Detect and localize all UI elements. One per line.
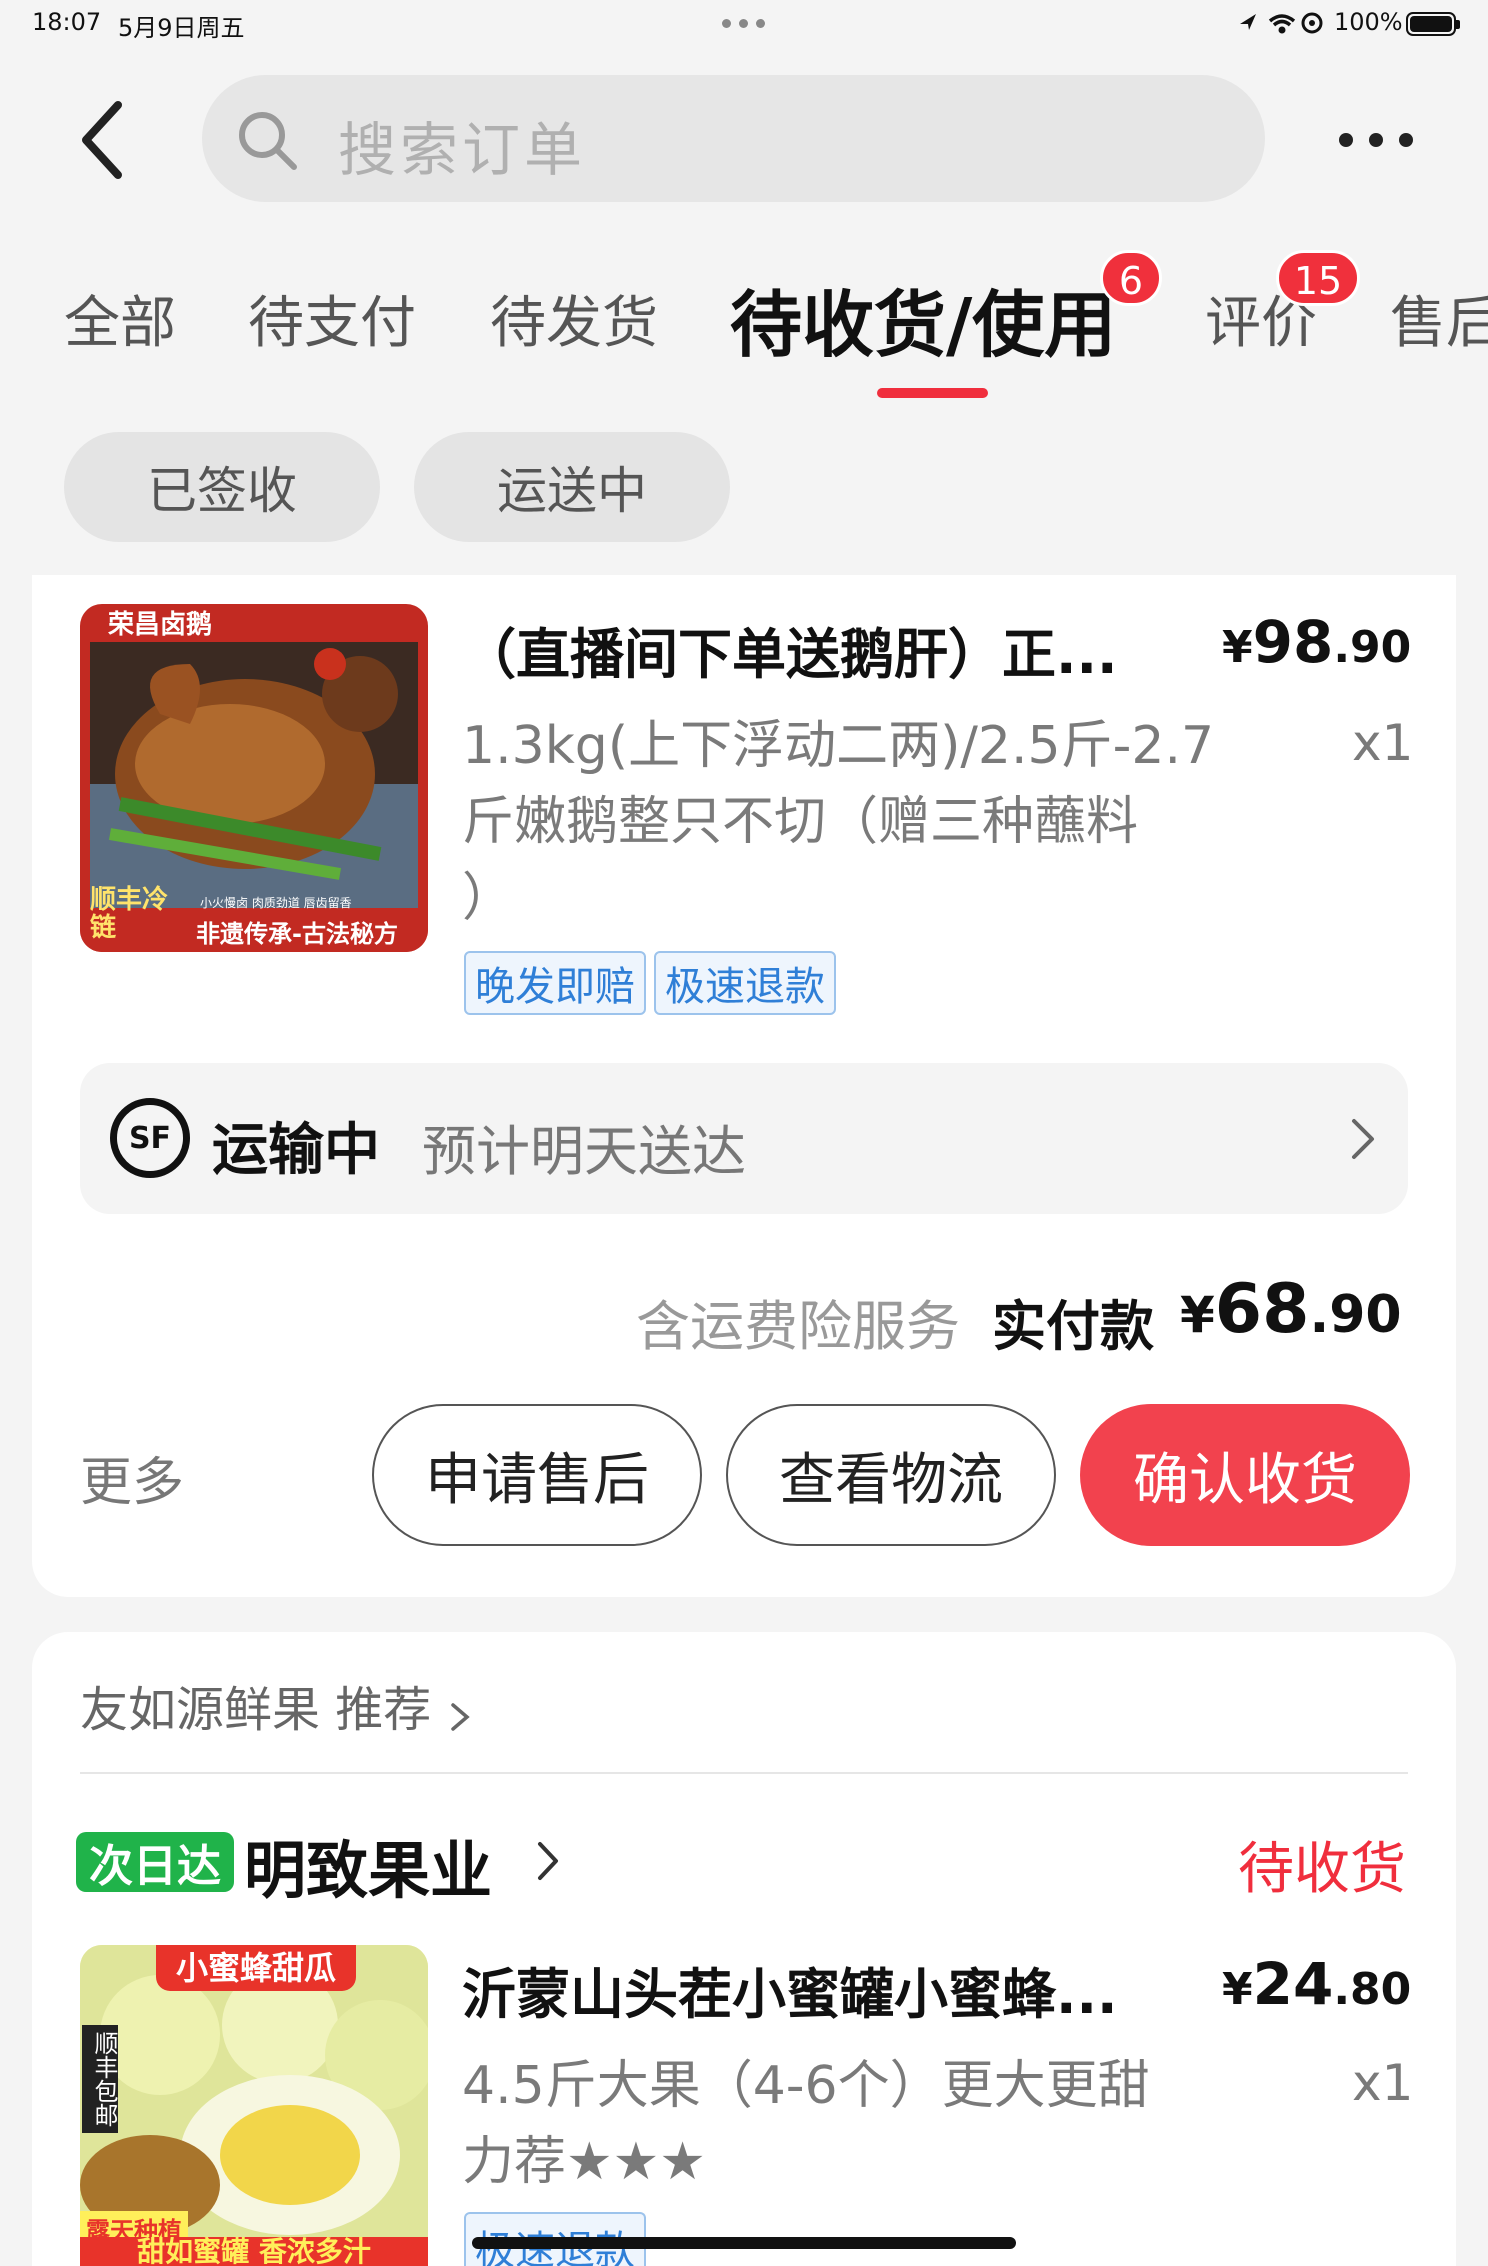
battery-percent: 100%	[1334, 8, 1403, 36]
next-day-badge: 次日达	[76, 1832, 234, 1892]
product-spec: 4.5斤大果（4-6个）更大更甜 力荐★★★	[462, 2048, 1262, 2200]
tab-all[interactable]: 全部	[64, 278, 176, 359]
product-quantity: x1	[1352, 2054, 1414, 2112]
product-title[interactable]: （直播间下单送鹅肝）正...	[462, 610, 1118, 689]
thumb-sub: 小火慢卤 肉质劲道 唇齿留香	[200, 896, 352, 910]
recommend-link[interactable]: 友如源鲜果 推荐	[80, 1670, 473, 1740]
chevron-right-icon	[447, 1693, 473, 1733]
home-indicator[interactable]	[472, 2237, 1016, 2249]
search-bar[interactable]: 搜索订单	[202, 75, 1265, 202]
product-title[interactable]: 沂蒙山头茬小蜜罐小蜜蜂...	[462, 1950, 1118, 2029]
shipping-status: 运输中	[212, 1118, 380, 1183]
tab-badge-pending-receipt: 6	[1100, 250, 1162, 306]
confirm-receipt-button[interactable]: 确认收货	[1080, 1404, 1410, 1546]
thumb-side: 顺丰包邮	[82, 2025, 118, 2133]
chip-signed[interactable]: 已签收	[64, 432, 380, 542]
thumb-corner: 顺丰冷链	[90, 885, 169, 943]
search-input[interactable]: 搜索订单	[338, 103, 586, 187]
thumb-title: 小蜜蜂甜瓜	[156, 1945, 356, 1991]
tab-pending-receipt[interactable]: 待收货/使用	[730, 266, 1116, 371]
multitasking-dots-icon[interactable]	[722, 19, 765, 28]
shipping-eta: 预计明天送达	[422, 1120, 746, 1183]
more-options-icon[interactable]	[1336, 127, 1416, 153]
store-name[interactable]: 明致果业	[244, 1820, 492, 1910]
chevron-right-icon[interactable]	[530, 1836, 566, 1886]
divider	[80, 1772, 1408, 1774]
status-date: 5月9日周五	[118, 14, 245, 42]
search-icon	[232, 105, 302, 175]
thumb-slogan: 非遗传承-古法秘方	[196, 920, 398, 948]
view-logistics-button[interactable]: 查看物流	[726, 1404, 1056, 1546]
product-thumbnail-melon[interactable]: 小蜜蜂甜瓜 顺丰包邮 露天种植 甜如蜜罐 香浓多汁	[80, 1945, 428, 2266]
spec-line: 力荐★★★	[462, 2132, 706, 2192]
thumb-bottom: 甜如蜜罐 香浓多汁	[80, 2237, 428, 2266]
status-time: 18:07	[32, 8, 102, 36]
spec-line: 斤嫩鹅整只不切（赠三种蘸料	[462, 792, 1139, 852]
spec-line: 1.3kg(上下浮动二两)/2.5斤-2.7	[462, 716, 1215, 776]
tag-late-compensation: 晚发即赔	[464, 951, 646, 1015]
tag-fast-refund: 极速退款	[654, 951, 836, 1015]
more-link[interactable]: 更多	[80, 1440, 184, 1515]
order-status: 待收货	[1238, 1837, 1406, 1902]
chip-in-transit[interactable]: 运送中	[414, 432, 730, 542]
recommend-label: 友如源鲜果 推荐	[80, 1682, 432, 1738]
active-tab-indicator	[877, 388, 988, 398]
paid-amount: ¥68.90	[1180, 1270, 1402, 1349]
spec-line: ）	[462, 868, 515, 928]
tab-pending-shipment[interactable]: 待发货	[490, 278, 658, 359]
thumb-brand: 荣昌卤鹅	[108, 610, 213, 640]
shipping-status-row[interactable]: SF 运输中 预计明天送达	[80, 1063, 1408, 1214]
product-thumbnail-goose[interactable]: 荣昌卤鹅 顺丰冷链 小火慢卤 肉质劲道 唇齿留香 非遗传承-古法秘方	[80, 604, 428, 952]
tab-after-sales[interactable]: 售后	[1390, 278, 1488, 359]
product-quantity: x1	[1352, 714, 1414, 772]
apply-after-sale-button[interactable]: 申请售后	[372, 1404, 702, 1546]
paid-label: 实付款	[992, 1295, 1154, 1358]
chevron-right-icon	[1342, 1113, 1382, 1165]
tab-badge-review: 15	[1276, 250, 1360, 306]
tab-pending-payment[interactable]: 待支付	[248, 278, 416, 359]
back-icon[interactable]	[70, 95, 140, 185]
product-spec: 1.3kg(上下浮动二两)/2.5斤-2.7 斤嫩鹅整只不切（赠三种蘸料 ）	[462, 708, 1262, 936]
product-price: ¥98.90	[1222, 608, 1412, 676]
product-price: ¥24.80	[1222, 1950, 1412, 2018]
spec-line: 4.5斤大果（4-6个）更大更甜	[462, 2056, 1150, 2116]
battery-icon	[1406, 12, 1460, 36]
sf-express-icon: SF	[110, 1098, 190, 1178]
insurance-note: 含运费险服务	[636, 1295, 960, 1358]
